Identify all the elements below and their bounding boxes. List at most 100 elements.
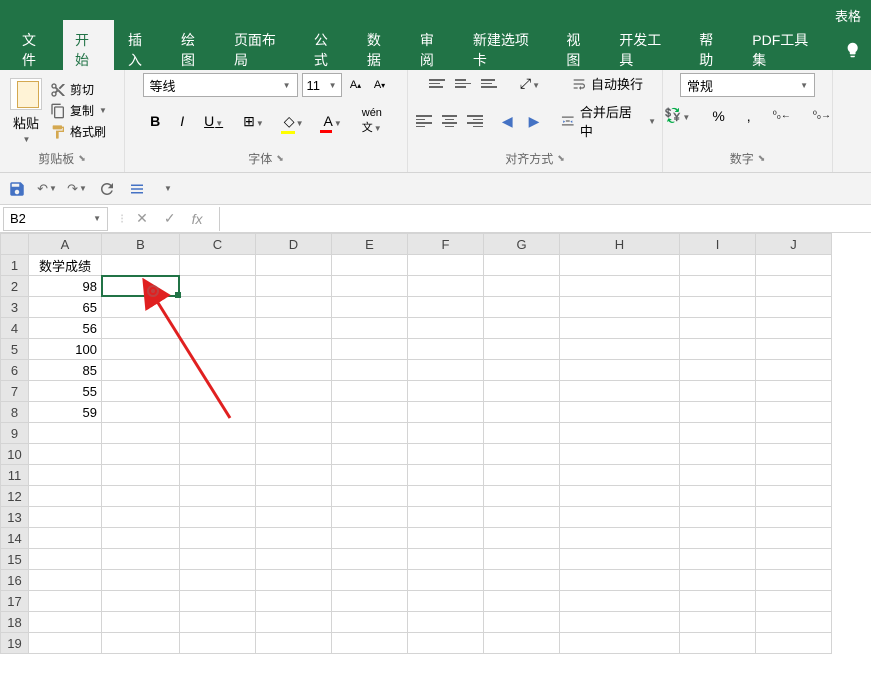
row-header-5[interactable]: 5 — [1, 339, 29, 360]
cell-d6[interactable] — [256, 360, 332, 381]
cell-g14[interactable] — [484, 528, 560, 549]
cell-h16[interactable] — [560, 570, 680, 591]
row-header-14[interactable]: 14 — [1, 528, 29, 549]
underline-button[interactable]: U▼ — [199, 111, 228, 131]
cell-e18[interactable] — [332, 612, 408, 633]
cell-a4[interactable]: 56 — [29, 318, 102, 339]
fill-color-button[interactable]: ◇▼ — [279, 111, 309, 132]
cell-d18[interactable] — [256, 612, 332, 633]
cell-b15[interactable] — [102, 549, 180, 570]
cell-f9[interactable] — [408, 423, 484, 444]
cell-f8[interactable] — [408, 402, 484, 423]
decimal-increase-button[interactable]: ⁰₀← — [768, 108, 796, 123]
qat-customize[interactable]: ▼ — [159, 180, 177, 198]
cell-c7[interactable] — [180, 381, 256, 402]
cell-i11[interactable] — [680, 465, 756, 486]
cell-c9[interactable] — [180, 423, 256, 444]
cell-e1[interactable] — [332, 255, 408, 276]
cell-j16[interactable] — [756, 570, 832, 591]
cell-j11[interactable] — [756, 465, 832, 486]
cell-j17[interactable] — [756, 591, 832, 612]
cell-g17[interactable] — [484, 591, 560, 612]
cell-e11[interactable] — [332, 465, 408, 486]
row-header-6[interactable]: 6 — [1, 360, 29, 381]
cell-h12[interactable] — [560, 486, 680, 507]
cell-a10[interactable] — [29, 444, 102, 465]
cut-button[interactable]: 剪切 — [50, 81, 107, 98]
cell-i18[interactable] — [680, 612, 756, 633]
cell-a19[interactable] — [29, 633, 102, 654]
cell-b10[interactable] — [102, 444, 180, 465]
cell-i14[interactable] — [680, 528, 756, 549]
row-header-15[interactable]: 15 — [1, 549, 29, 570]
cell-e16[interactable] — [332, 570, 408, 591]
col-header-f[interactable]: F — [408, 234, 484, 255]
cell-c11[interactable] — [180, 465, 256, 486]
cancel-formula-button[interactable]: ✕ — [132, 210, 152, 227]
cell-h15[interactable] — [560, 549, 680, 570]
align-top-button[interactable] — [427, 74, 447, 94]
row-header-7[interactable]: 7 — [1, 381, 29, 402]
merge-button[interactable]: 合并后居中 ▼ — [560, 102, 656, 140]
cell-c1[interactable] — [180, 255, 256, 276]
wrap-text-button[interactable]: 自动换行 — [571, 74, 643, 93]
cell-b8[interactable] — [102, 402, 180, 423]
cell-a8[interactable]: 59 — [29, 402, 102, 423]
cell-h6[interactable] — [560, 360, 680, 381]
cell-h5[interactable] — [560, 339, 680, 360]
cell-d14[interactable] — [256, 528, 332, 549]
font-launcher[interactable]: ⬊ — [276, 153, 284, 164]
font-size-select[interactable]: 11 ▼ — [302, 73, 342, 97]
row-header-1[interactable]: 1 — [1, 255, 29, 276]
row-header-9[interactable]: 9 — [1, 423, 29, 444]
cell-b9[interactable] — [102, 423, 180, 444]
cell-b7[interactable] — [102, 381, 180, 402]
cell-j9[interactable] — [756, 423, 832, 444]
cell-i19[interactable] — [680, 633, 756, 654]
cell-a16[interactable] — [29, 570, 102, 591]
cell-c6[interactable] — [180, 360, 256, 381]
cell-c3[interactable] — [180, 297, 256, 318]
cell-g4[interactable] — [484, 318, 560, 339]
cell-c16[interactable] — [180, 570, 256, 591]
cell-b11[interactable] — [102, 465, 180, 486]
decimal-decrease-button[interactable]: ⁰₀→ — [808, 108, 836, 123]
row-header-2[interactable]: 2 — [1, 276, 29, 297]
undo-button[interactable]: ↶▼ — [38, 180, 56, 198]
italic-button[interactable]: I — [175, 111, 189, 131]
row-header-17[interactable]: 17 — [1, 591, 29, 612]
cell-i15[interactable] — [680, 549, 756, 570]
cell-a3[interactable]: 65 — [29, 297, 102, 318]
cell-j8[interactable] — [756, 402, 832, 423]
col-header-d[interactable]: D — [256, 234, 332, 255]
cell-f5[interactable] — [408, 339, 484, 360]
row-header-13[interactable]: 13 — [1, 507, 29, 528]
cell-d12[interactable] — [256, 486, 332, 507]
cell-h9[interactable] — [560, 423, 680, 444]
cell-h13[interactable] — [560, 507, 680, 528]
cell-g12[interactable] — [484, 486, 560, 507]
cell-a1[interactable]: 数学成绩 — [29, 255, 102, 276]
cell-b14[interactable] — [102, 528, 180, 549]
copy-button[interactable]: 复制 ▼ — [50, 102, 107, 119]
cell-e14[interactable] — [332, 528, 408, 549]
cell-i4[interactable] — [680, 318, 756, 339]
redo-button[interactable]: ↷▼ — [68, 180, 86, 198]
cell-c10[interactable] — [180, 444, 256, 465]
cell-e10[interactable] — [332, 444, 408, 465]
cell-d5[interactable] — [256, 339, 332, 360]
cell-b2[interactable] — [102, 276, 180, 297]
cell-b12[interactable] — [102, 486, 180, 507]
cell-d10[interactable] — [256, 444, 332, 465]
row-header-19[interactable]: 19 — [1, 633, 29, 654]
cell-g1[interactable] — [484, 255, 560, 276]
cell-f1[interactable] — [408, 255, 484, 276]
border-button[interactable]: ⊞▼ — [238, 111, 269, 132]
cell-e2[interactable] — [332, 276, 408, 297]
cell-f12[interactable] — [408, 486, 484, 507]
cell-g15[interactable] — [484, 549, 560, 570]
cell-h10[interactable] — [560, 444, 680, 465]
cell-c12[interactable] — [180, 486, 256, 507]
cell-h18[interactable] — [560, 612, 680, 633]
row-header-3[interactable]: 3 — [1, 297, 29, 318]
